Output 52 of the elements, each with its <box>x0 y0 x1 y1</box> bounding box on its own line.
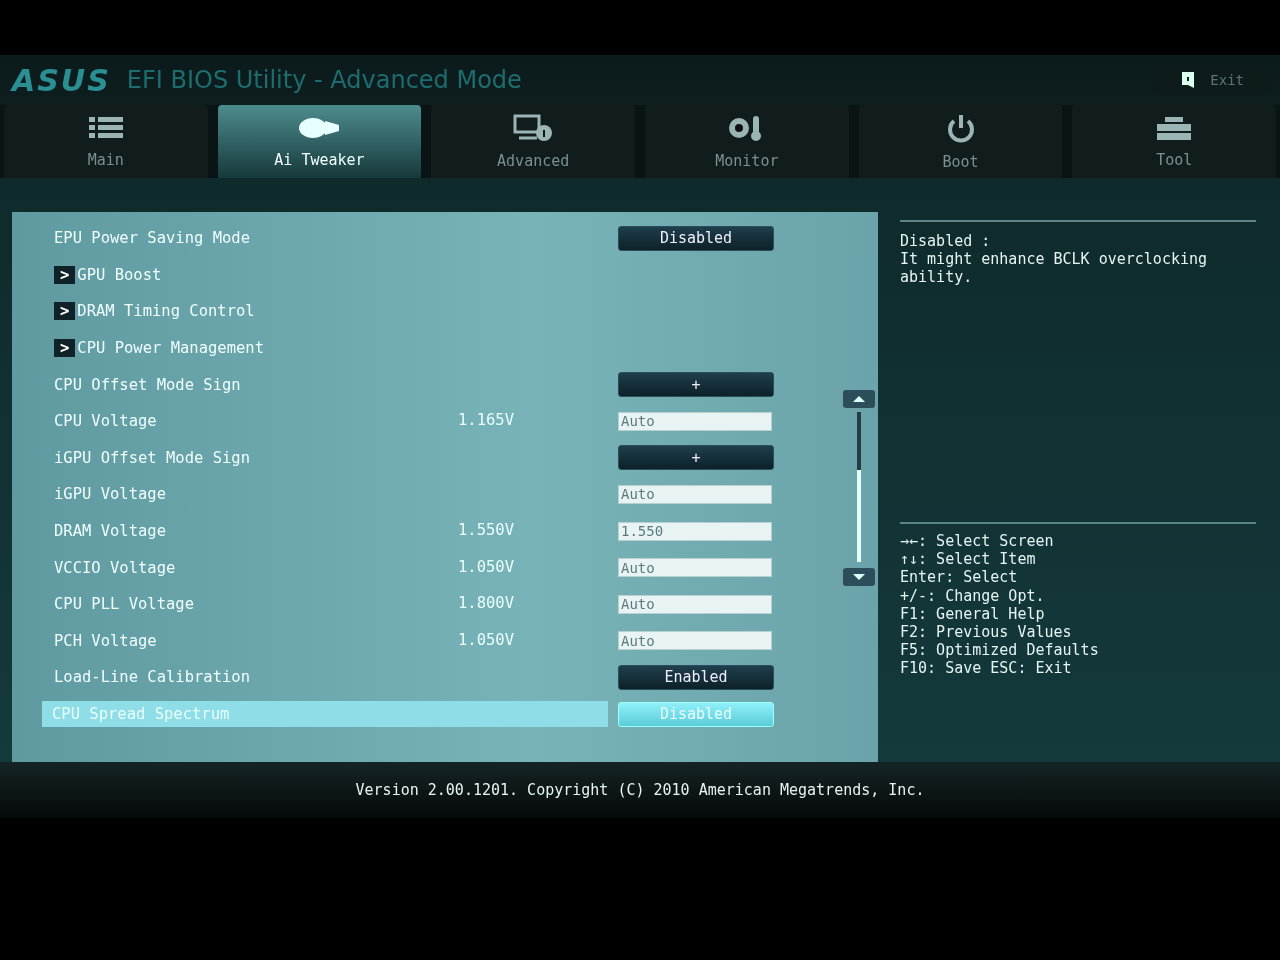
help-text: It might enhance BCLK overclocking ability. <box>900 250 1209 286</box>
input-field[interactable]: Auto <box>618 558 772 578</box>
voltage-reading: 1.165V <box>458 411 514 430</box>
version-text: Version 2.00.1201. Copyright (C) 2010 American Megatrends, Inc. <box>355 781 925 799</box>
input-field[interactable]: Auto <box>618 411 772 431</box>
monitor-info-icon <box>513 113 554 142</box>
tab[interactable]: Main <box>4 105 208 178</box>
key-hint: F5: Optimized Defaults <box>900 641 1100 660</box>
tab[interactable]: Boot <box>858 105 1063 178</box>
window-title: EFI BIOS Utility - Advanced Mode <box>126 66 522 94</box>
tab[interactable]: Advanced <box>431 105 635 178</box>
input-field[interactable]: Auto <box>618 594 772 614</box>
setting-label[interactable]: CPU Voltage <box>54 412 157 431</box>
key-hint: F2: Previous Values <box>900 623 1073 642</box>
setting-label[interactable]: CPU Offset Mode Sign <box>54 375 241 394</box>
scrollbar[interactable] <box>843 390 875 586</box>
setting-label[interactable]: DRAM Voltage <box>54 522 166 541</box>
tab[interactable]: Ai Tweaker <box>217 105 422 178</box>
input-field[interactable]: Auto <box>618 484 772 504</box>
voltage-reading: 1.550V <box>458 521 514 540</box>
setting-label[interactable]: Load-Line Calibration <box>54 668 250 687</box>
option-button[interactable]: Disabled <box>618 225 774 251</box>
key-hint: F10: Save ESC: Exit <box>900 659 1073 678</box>
toolbox-icon <box>1155 114 1194 141</box>
setting-label[interactable]: PCH Voltage <box>54 631 157 650</box>
setting-label[interactable]: iGPU Offset Mode Sign <box>54 448 250 467</box>
setting-label[interactable]: VCCIO Voltage <box>54 558 176 577</box>
door-icon <box>1180 71 1197 89</box>
option-button[interactable]: + <box>618 372 774 398</box>
voltage-reading: 1.800V <box>458 594 514 613</box>
key-hint: F1: General Help <box>900 604 1046 623</box>
tab[interactable]: Tool <box>1072 105 1277 178</box>
option-button[interactable]: Enabled <box>618 664 774 690</box>
setting-label[interactable]: iGPU Voltage <box>54 485 166 504</box>
key-hint: Enter: Select <box>900 568 1019 587</box>
setting-label[interactable]: CPU PLL Voltage <box>54 595 194 614</box>
voltage-reading: 1.050V <box>458 630 514 649</box>
input-field[interactable]: 1.550 <box>618 521 772 541</box>
input-field[interactable]: Auto <box>618 631 772 651</box>
key-hint: →←: Select Screen <box>900 532 1055 551</box>
voltage-reading: 1.050V <box>458 557 514 576</box>
setting-label[interactable]: CPU Power Management <box>77 339 264 358</box>
setting-label[interactable]: EPU Power Saving Mode <box>54 229 250 248</box>
setting-label[interactable]: DRAM Timing Control <box>77 302 255 321</box>
key-hint: ↑↓: Select Item <box>900 550 1037 569</box>
brand-logo: ASUS <box>12 62 111 98</box>
help-title: Disabled : <box>900 232 992 250</box>
key-hint: +/-: Change Opt. <box>900 586 1046 605</box>
list-icon <box>86 114 125 141</box>
tab[interactable]: Monitor <box>645 105 849 178</box>
setting-label[interactable]: GPU Boost <box>77 265 162 284</box>
option-button[interactable]: + <box>618 445 774 471</box>
